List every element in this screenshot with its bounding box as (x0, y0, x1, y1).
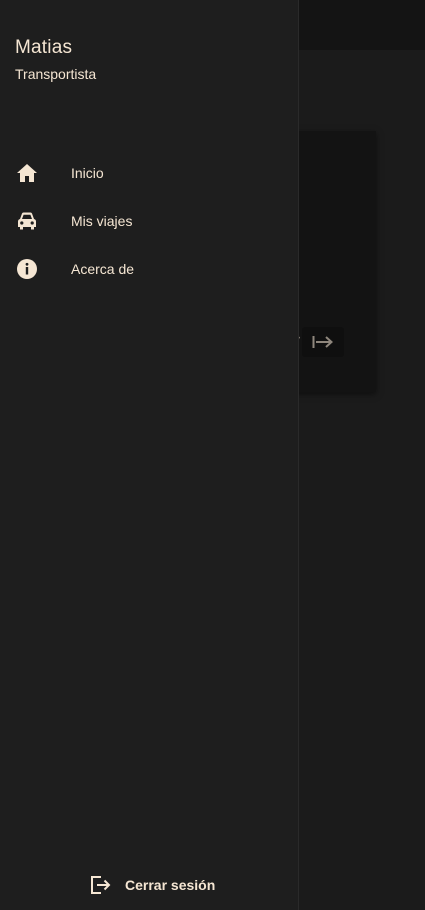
drawer-item-inicio[interactable]: Inicio (0, 149, 298, 197)
user-name: Matias (15, 37, 73, 58)
drawer-item-mis-viajes[interactable]: Mis viajes (0, 197, 298, 245)
logout-button[interactable]: Cerrar sesión (88, 871, 215, 899)
drawer-menu: Inicio Mis viajes Acerca de (0, 149, 298, 293)
drawer-item-label: Inicio (71, 165, 104, 181)
user-role: Transportista (15, 66, 97, 82)
drawer-item-label: Acerca de (71, 261, 135, 277)
arrow-right-to-bar-icon (312, 336, 333, 348)
card-action-button[interactable] (302, 327, 344, 357)
drawer-item-label: Mis viajes (71, 213, 133, 229)
home-icon (15, 161, 39, 185)
info-icon (15, 257, 39, 281)
logout-icon (91, 876, 111, 894)
navigation-drawer: Matias Transportista Inicio Mis viajes A… (0, 0, 299, 910)
car-icon (15, 209, 39, 233)
drawer-item-acerca-de[interactable]: Acerca de (0, 245, 298, 293)
logout-label: Cerrar sesión (125, 877, 216, 893)
app-screen: Matias Transportista Inicio Mis viajes A… (0, 0, 425, 910)
